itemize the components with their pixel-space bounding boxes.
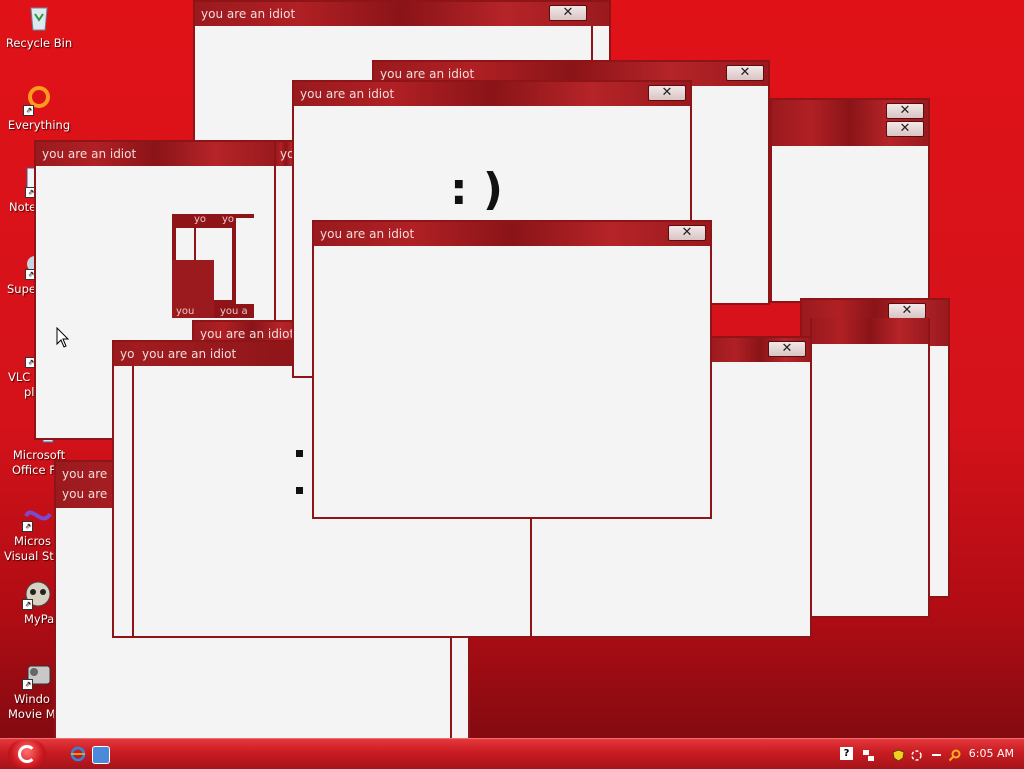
close-button[interactable]: ✕ bbox=[668, 225, 706, 241]
notepad-icon: ↗ bbox=[5, 166, 40, 198]
taskbar-clock[interactable]: 6:05 AM bbox=[969, 739, 1014, 769]
search-icon[interactable] bbox=[948, 747, 961, 762]
window-titlebar[interactable]: ✕ ✕ bbox=[772, 100, 928, 146]
everything-icon: ↗ bbox=[23, 84, 55, 116]
desktop-icon-label: Recycle Bin bbox=[5, 36, 73, 50]
desktop-icon-everything[interactable]: ↗ Everything bbox=[2, 84, 76, 133]
window-title: you are an idiot bbox=[200, 327, 295, 341]
window-fragment bbox=[236, 218, 254, 304]
desktop-icon-mypaint[interactable]: ↗ MyPa bbox=[2, 578, 58, 627]
window-titlebar[interactable]: you are an idiot ✕ bbox=[195, 2, 609, 26]
vlc-icon: ↗ bbox=[3, 336, 36, 368]
window-title: you are an idiot bbox=[380, 67, 475, 81]
movie-maker-icon: ↗ bbox=[22, 658, 54, 690]
window-fragment-text: you a bbox=[220, 306, 248, 317]
close-button[interactable]: ✕ bbox=[549, 5, 587, 21]
close-button[interactable]: ✕ bbox=[648, 85, 686, 101]
security-shield-icon[interactable] bbox=[892, 747, 905, 762]
window-titlebar[interactable]: you are an idiot ✕ bbox=[314, 222, 710, 246]
volume-icon[interactable] bbox=[930, 747, 943, 760]
close-button[interactable]: ✕ bbox=[886, 103, 924, 119]
desktop-icon-label-line2: pl bbox=[24, 385, 35, 399]
desktop-icon-vlc[interactable]: ↗ VLC pl bbox=[2, 336, 36, 400]
face-eye bbox=[296, 487, 303, 494]
desktop-icon-recycle-bin[interactable]: Recycle Bin bbox=[2, 2, 76, 51]
mouse-cursor-icon bbox=[56, 326, 70, 353]
sync-icon[interactable] bbox=[910, 747, 923, 761]
desktop-icon-label-line2: Movie Ma bbox=[8, 707, 58, 721]
shortcut-arrow-icon: ↗ bbox=[22, 521, 33, 532]
mypaint-icon: ↗ bbox=[22, 578, 54, 610]
visual-studio-icon: ↗ bbox=[22, 500, 54, 532]
recycle-bin-icon bbox=[23, 2, 55, 34]
window-fragment-text: yo bbox=[194, 214, 207, 225]
close-button[interactable]: ✕ bbox=[886, 121, 924, 137]
start-logo-icon bbox=[18, 745, 36, 763]
shortcut-arrow-icon: ↗ bbox=[23, 105, 34, 116]
window-title: you are an idiot bbox=[201, 7, 296, 21]
windows-explorer-icon[interactable] bbox=[92, 746, 110, 764]
network-icon[interactable] bbox=[862, 747, 875, 761]
window-title: you are an idiot bbox=[320, 227, 415, 241]
desktop-icon-label: MyPa bbox=[24, 612, 55, 626]
start-button[interactable] bbox=[8, 740, 46, 768]
taskbar: ? 6:05 AM bbox=[0, 738, 1024, 769]
idiot-window[interactable]: ✕ bbox=[708, 336, 812, 366]
window-title: you are an idiot bbox=[142, 347, 237, 361]
window-fragment-text: you bbox=[176, 306, 195, 317]
idiot-window-front[interactable]: you are an idiot ✕ bbox=[312, 220, 712, 519]
window-titlebar[interactable] bbox=[812, 318, 928, 344]
help-icon[interactable]: ? bbox=[840, 747, 853, 760]
internet-explorer-icon[interactable] bbox=[70, 746, 86, 762]
window-titlebar[interactable]: you are an idiot bbox=[36, 142, 274, 166]
window-fragment-text: yo bbox=[222, 214, 235, 225]
desktop-icon-label: Windo bbox=[14, 692, 50, 706]
shortcut-arrow-icon: ↗ bbox=[22, 599, 33, 610]
face-eye bbox=[296, 450, 303, 457]
close-button[interactable]: ✕ bbox=[768, 341, 806, 357]
idiot-window[interactable]: ✕ ✕ bbox=[770, 98, 930, 303]
window-divider bbox=[132, 366, 134, 636]
window-title: yo bbox=[120, 347, 135, 361]
window-titlebar[interactable]: you are an idiot ✕ bbox=[294, 82, 690, 106]
desktop-icon-label: Micros bbox=[14, 534, 51, 548]
close-button[interactable]: ✕ bbox=[726, 65, 764, 81]
smiley-face: : ) bbox=[450, 164, 504, 215]
desktop-icon-label: Everything bbox=[7, 118, 71, 132]
shortcut-arrow-icon: ↗ bbox=[22, 679, 33, 690]
window-title: you are an idiot bbox=[300, 87, 395, 101]
window-titlebar[interactable]: ✕ bbox=[710, 338, 810, 362]
idiot-window[interactable] bbox=[810, 318, 930, 618]
desktop-icon-label: VLC bbox=[8, 370, 31, 384]
desktop-icon-label-line2: Visual St bbox=[4, 549, 54, 563]
desktop-icon-visual-studio[interactable]: ↗ Micros Visual St bbox=[2, 500, 58, 564]
super-icon: ↗ bbox=[5, 248, 40, 280]
desktop-icon-movie-maker[interactable]: ↗ Windo Movie Ma bbox=[2, 658, 58, 722]
close-button[interactable]: ✕ bbox=[888, 303, 926, 319]
window-title: you are an idiot bbox=[42, 147, 137, 161]
